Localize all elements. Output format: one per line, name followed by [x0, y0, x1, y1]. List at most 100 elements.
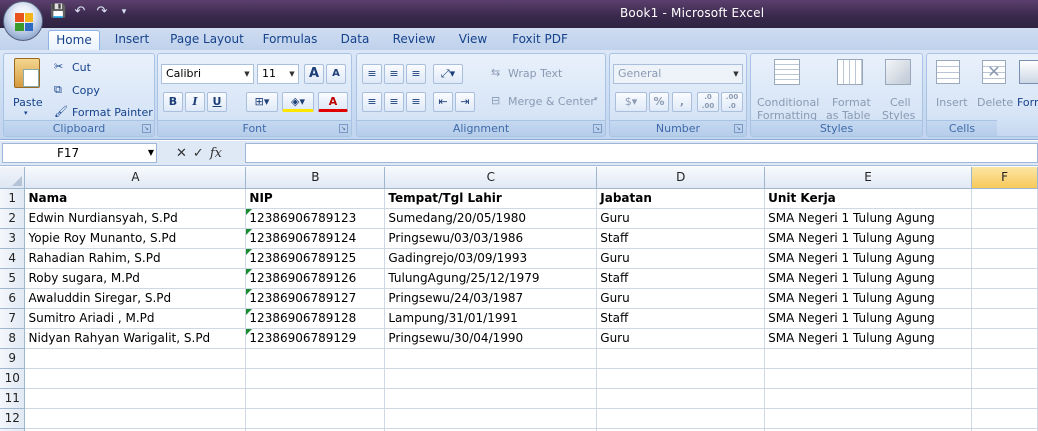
cell-nip[interactable]: 12386906789123 — [245, 208, 386, 229]
cut-button[interactable]: Cut — [72, 61, 91, 74]
insert-function-icon[interactable]: fx — [210, 146, 222, 161]
fill-color-icon[interactable]: ◈▾ — [282, 92, 314, 112]
cell-unit-kerja[interactable]: SMA Negeri 1 Tulung Agung — [764, 288, 973, 309]
number-format-combo[interactable]: General ▼ — [613, 64, 743, 84]
cell[interactable] — [971, 288, 1038, 309]
decrease-decimal-button[interactable]: .00 .0 — [721, 92, 743, 112]
row-header[interactable]: 3 — [0, 228, 26, 249]
align-left-icon[interactable]: ≡ — [362, 92, 382, 112]
cell-tempat-tgl-lahir[interactable]: Sumedang/20/05/1980 — [384, 208, 598, 229]
cell[interactable] — [971, 368, 1038, 389]
tab-formulas[interactable]: Formulas — [258, 30, 322, 50]
currency-icon[interactable]: $▾ — [615, 92, 647, 112]
cell-tempat-tgl-lahir[interactable]: Lampung/31/01/1991 — [384, 308, 598, 329]
cell[interactable] — [384, 368, 598, 389]
cell-tempat-tgl-lahir[interactable]: Gadingrejo/03/09/1993 — [384, 248, 598, 269]
cell[interactable] — [24, 348, 247, 369]
comma-button[interactable]: , — [672, 92, 692, 112]
cell[interactable] — [596, 348, 766, 369]
tab-foxit-pdf[interactable]: Foxit PDF — [504, 30, 576, 50]
format-painter-button[interactable]: Format Painter — [72, 106, 153, 119]
align-top-icon[interactable]: ≡ — [362, 64, 382, 84]
cell[interactable] — [764, 408, 973, 429]
cell[interactable] — [971, 388, 1038, 409]
font-size-combo[interactable]: 11 ▼ — [257, 64, 299, 84]
row-header[interactable]: 8 — [0, 328, 26, 349]
name-box-dropdown-icon[interactable]: ▼ — [148, 144, 154, 162]
row-header[interactable]: 4 — [0, 248, 26, 269]
format-as-table-button[interactable]: Format — [832, 96, 871, 109]
paste-button[interactable]: Paste — [13, 96, 43, 109]
row-header[interactable]: 10 — [0, 368, 26, 389]
header-cell-nama[interactable]: Nama — [24, 188, 247, 209]
row-header[interactable]: 12 — [0, 408, 26, 429]
cell[interactable] — [245, 348, 386, 369]
cell[interactable] — [764, 348, 973, 369]
redo-icon[interactable]: ↷ — [94, 4, 110, 20]
cancel-icon[interactable]: ✕ — [176, 146, 187, 161]
cell[interactable] — [596, 368, 766, 389]
cell-nip[interactable]: 12386906789127 — [245, 288, 386, 309]
undo-icon[interactable]: ↶ — [72, 4, 88, 20]
decrease-indent-icon[interactable]: ⇤ — [433, 92, 453, 112]
cell-tempat-tgl-lahir[interactable]: Pringsewu/24/03/1987 — [384, 288, 598, 309]
cell[interactable] — [971, 308, 1038, 329]
cell-nip[interactable]: 12386906789129 — [245, 328, 386, 349]
cell-unit-kerja[interactable]: SMA Negeri 1 Tulung Agung — [764, 268, 973, 289]
tab-page-layout[interactable]: Page Layout — [166, 30, 248, 50]
tab-data[interactable]: Data — [334, 30, 376, 50]
row-header[interactable]: 5 — [0, 268, 26, 289]
header-cell-unit-kerja[interactable]: Unit Kerja — [764, 188, 973, 209]
cell[interactable] — [971, 208, 1038, 229]
orientation-icon[interactable]: ⤢▾ — [433, 64, 463, 84]
select-all-corner[interactable] — [0, 167, 26, 189]
cell-nama[interactable]: Edwin Nurdiansyah, S.Pd — [24, 208, 247, 229]
cell-nip[interactable]: 12386906789125 — [245, 248, 386, 269]
cell[interactable] — [971, 408, 1038, 429]
wrap-text-button[interactable]: Wrap Text — [508, 67, 562, 80]
header-cell-nip[interactable]: NIP — [245, 188, 386, 209]
cell-jabatan[interactable]: Guru — [596, 208, 766, 229]
merge-center-button[interactable]: Merge & Center — [508, 95, 595, 108]
number-launcher-icon[interactable]: ↘ — [734, 124, 743, 133]
borders-icon[interactable]: ⊞▾ — [246, 92, 278, 112]
cell[interactable] — [24, 388, 247, 409]
cell-unit-kerja[interactable]: SMA Negeri 1 Tulung Agung — [764, 328, 973, 349]
format-cells-button[interactable]: Form — [1017, 96, 1038, 109]
italic-button[interactable]: I — [185, 92, 205, 112]
cell-nip[interactable]: 12386906789124 — [245, 228, 386, 249]
shrink-font-button[interactable]: A — [326, 64, 346, 84]
column-header-a[interactable]: A — [24, 167, 247, 189]
tab-home[interactable]: Home — [48, 30, 100, 50]
row-header[interactable]: 7 — [0, 308, 26, 329]
cell[interactable] — [764, 368, 973, 389]
column-header-f[interactable]: F — [971, 167, 1038, 189]
cell[interactable] — [971, 268, 1038, 289]
delete-cells-button[interactable]: Delete — [977, 96, 1013, 109]
cell[interactable] — [384, 348, 598, 369]
cell-unit-kerja[interactable]: SMA Negeri 1 Tulung Agung — [764, 248, 973, 269]
tab-insert[interactable]: Insert — [108, 30, 156, 50]
cell[interactable] — [596, 388, 766, 409]
cell-nama[interactable]: Sumitro Ariadi , M.Pd — [24, 308, 247, 329]
row-header[interactable]: 1 — [0, 188, 26, 209]
cell-nip[interactable]: 12386906789128 — [245, 308, 386, 329]
cell-tempat-tgl-lahir[interactable]: TulungAgung/25/12/1979 — [384, 268, 598, 289]
font-color-button[interactable]: A — [318, 92, 348, 112]
copy-button[interactable]: Copy — [72, 84, 100, 97]
percent-button[interactable]: % — [649, 92, 669, 112]
cell[interactable] — [245, 368, 386, 389]
cell[interactable] — [971, 328, 1038, 349]
column-header-d[interactable]: D — [596, 167, 766, 189]
formula-input[interactable] — [245, 143, 1038, 163]
row-header[interactable]: 6 — [0, 288, 26, 309]
name-box[interactable]: F17 ▼ — [2, 143, 157, 163]
customize-icon[interactable]: ▾ — [116, 4, 132, 20]
bold-button[interactable]: B — [163, 92, 183, 112]
cell-jabatan[interactable]: Staff — [596, 228, 766, 249]
cell-styles-button[interactable]: Cell — [890, 96, 911, 109]
cell-unit-kerja[interactable]: SMA Negeri 1 Tulung Agung — [764, 308, 973, 329]
cell-tempat-tgl-lahir[interactable]: Pringsewu/30/04/1990 — [384, 328, 598, 349]
cell-nama[interactable]: Yopie Roy Munanto, S.Pd — [24, 228, 247, 249]
header-cell-jabatan[interactable]: Jabatan — [596, 188, 766, 209]
